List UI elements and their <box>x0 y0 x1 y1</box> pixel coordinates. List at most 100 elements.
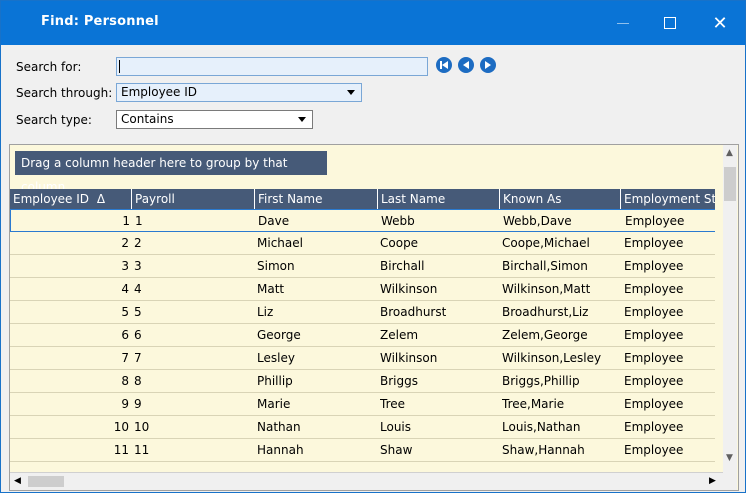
table-row[interactable]: 6 6 George Zelem Zelem,George Employee <box>10 324 715 347</box>
cell-known-as: Briggs,Phillip <box>502 374 580 388</box>
cell-employment-status: Employee <box>625 214 685 228</box>
cell-employment-status: Employee <box>624 259 684 273</box>
cell-employee-id: 4 <box>121 282 129 296</box>
table-row[interactable]: 1 1 Dave Webb Webb,Dave Employee <box>10 209 715 232</box>
grid-rows: 1 1 Dave Webb Webb,Dave Employee 2 2 Mic… <box>10 209 715 469</box>
table-row[interactable]: 2 2 Michael Coope Coope,Michael Employee <box>10 232 715 255</box>
title-bar[interactable]: Find: Personnel ✕ <box>1 1 745 45</box>
cell-last-name: Shaw <box>380 443 413 457</box>
table-row[interactable]: 9 9 Marie Tree Tree,Marie Employee <box>10 393 715 416</box>
scroll-right-icon[interactable]: ▶ <box>709 476 716 486</box>
scroll-up-icon[interactable]: ▲ <box>726 148 733 158</box>
chevron-down-icon <box>298 117 306 122</box>
horizontal-scroll-thumb[interactable] <box>28 476 64 487</box>
cell-last-name: Zelem <box>380 328 419 342</box>
column-header-last-name[interactable]: Last Name <box>378 189 500 209</box>
search-type-select[interactable]: Contains <box>116 110 313 129</box>
cell-employee-id: 6 <box>121 328 129 342</box>
cell-first-name: George <box>257 328 301 342</box>
minimize-icon <box>617 22 629 24</box>
horizontal-scrollbar[interactable]: ◀ ▶ <box>10 472 723 490</box>
cell-known-as: Wilkinson,Lesley <box>502 351 602 365</box>
cell-payroll: 1 <box>135 214 143 228</box>
column-header-label: Employee ID <box>13 192 90 206</box>
cell-first-name: Nathan <box>257 420 301 434</box>
maximize-button[interactable] <box>646 1 694 45</box>
cell-payroll: 6 <box>134 328 142 342</box>
table-row[interactable]: 11 11 Hannah Shaw Shaw,Hannah Employee <box>10 439 715 462</box>
cell-first-name: Michael <box>257 236 303 250</box>
window-title: Find: Personnel <box>41 14 159 29</box>
group-by-bar[interactable]: Drag a column header here to group by th… <box>15 151 327 194</box>
cell-first-name: Lesley <box>257 351 295 365</box>
cell-employment-status: Employee <box>624 328 684 342</box>
column-header-label: First Name <box>258 192 323 206</box>
column-header-label: Known As <box>503 192 562 206</box>
previous-record-icon <box>463 61 469 69</box>
vertical-scrollbar[interactable]: ▲ ▼ <box>723 145 737 490</box>
cell-employee-id: 11 <box>113 443 129 457</box>
column-header-known-as[interactable]: Known As <box>500 189 621 209</box>
previous-record-button[interactable] <box>458 57 474 73</box>
cell-last-name: Webb <box>381 214 415 228</box>
maximize-icon <box>664 17 676 29</box>
cell-employment-status: Employee <box>624 397 684 411</box>
cell-employment-status: Employee <box>624 305 684 319</box>
chevron-down-icon <box>347 90 355 95</box>
table-row[interactable]: 8 8 Phillip Briggs Briggs,Phillip Employ… <box>10 370 715 393</box>
cell-payroll: 3 <box>134 259 142 273</box>
results-grid: Drag a column header here to group by th… <box>9 144 739 491</box>
cell-known-as: Webb,Dave <box>503 214 572 228</box>
cell-known-as: Broadhurst,Liz <box>502 305 589 319</box>
cell-employee-id: 5 <box>121 305 129 319</box>
table-row[interactable]: 5 5 Liz Broadhurst Broadhurst,Liz Employ… <box>10 301 715 324</box>
cell-last-name: Birchall <box>380 259 425 273</box>
table-row[interactable]: 3 3 Simon Birchall Birchall,Simon Employ… <box>10 255 715 278</box>
scroll-left-icon[interactable]: ◀ <box>14 476 21 486</box>
cell-payroll: 5 <box>134 305 142 319</box>
close-button[interactable]: ✕ <box>696 1 744 45</box>
cell-employment-status: Employee <box>624 282 684 296</box>
cell-payroll: 2 <box>134 236 142 250</box>
cell-employee-id: 10 <box>113 420 129 434</box>
cell-employee-id: 9 <box>121 397 129 411</box>
cell-first-name: Phillip <box>257 374 293 388</box>
cell-employment-status: Employee <box>624 374 684 388</box>
cell-employment-status: Employee <box>624 351 684 365</box>
cell-employment-status: Employee <box>624 236 684 250</box>
cell-known-as: Zelem,George <box>502 328 588 342</box>
cell-employment-status: Employee <box>624 420 684 434</box>
table-row[interactable]: 10 10 Nathan Louis Louis,Nathan Employee <box>10 416 715 439</box>
search-type-label: Search type: <box>16 113 92 127</box>
text-caret <box>119 60 120 73</box>
column-header-label: Employment Statu <box>624 192 715 206</box>
vertical-scroll-thumb[interactable] <box>724 167 736 201</box>
column-header-first-name[interactable]: First Name <box>255 189 378 209</box>
grid-header: Employee ID Δ Payroll First Name Last Na… <box>10 189 715 209</box>
minimize-button[interactable] <box>599 1 647 45</box>
cell-employee-id: 1 <box>122 214 130 228</box>
cell-last-name: Wilkinson <box>380 351 438 365</box>
cell-employee-id: 3 <box>121 259 129 273</box>
cell-payroll: 7 <box>134 351 142 365</box>
cell-payroll: 9 <box>134 397 142 411</box>
cell-employment-status: Employee <box>624 443 684 457</box>
cell-first-name: Liz <box>257 305 274 319</box>
search-for-input[interactable] <box>116 57 428 76</box>
first-record-button[interactable] <box>436 57 452 73</box>
column-header-employee-id[interactable]: Employee ID Δ <box>10 189 132 209</box>
cell-known-as: Shaw,Hannah <box>502 443 585 457</box>
cell-known-as: Wilkinson,Matt <box>502 282 591 296</box>
scroll-down-icon[interactable]: ▼ <box>726 453 733 463</box>
table-row[interactable]: 7 7 Lesley Wilkinson Wilkinson,Lesley Em… <box>10 347 715 370</box>
column-header-employment-status[interactable]: Employment Statu <box>621 189 715 209</box>
next-record-button[interactable] <box>480 57 496 73</box>
cell-payroll: 4 <box>134 282 142 296</box>
cell-known-as: Birchall,Simon <box>502 259 588 273</box>
cell-employee-id: 2 <box>121 236 129 250</box>
search-through-select[interactable]: Employee ID <box>116 83 362 102</box>
cell-known-as: Louis,Nathan <box>502 420 581 434</box>
table-row[interactable]: 4 4 Matt Wilkinson Wilkinson,Matt Employ… <box>10 278 715 301</box>
column-header-payroll[interactable]: Payroll <box>132 189 255 209</box>
find-personnel-window: Find: Personnel ✕ Search for: Search thr… <box>0 0 746 493</box>
